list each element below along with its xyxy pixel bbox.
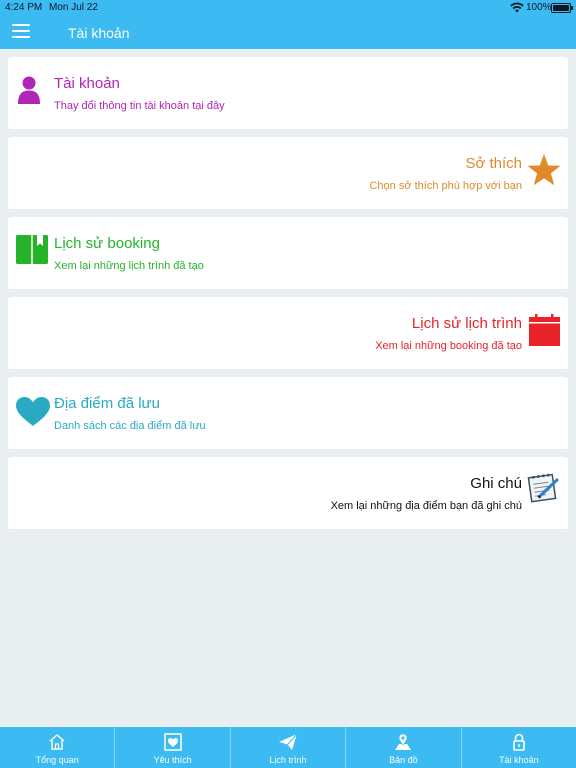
booking-history-title: Lịch sử booking: [54, 235, 160, 252]
heart-icon: [16, 397, 50, 426]
person-icon: [18, 76, 40, 104]
notepad-icon: [527, 473, 560, 503]
notes-subtitle: Xem lại những địa điểm bạn đã ghi chú: [330, 500, 522, 512]
tab-map[interactable]: Bản đồ: [345, 727, 460, 768]
tab-account[interactable]: Tài khoản: [460, 727, 576, 768]
book-icon: [16, 235, 48, 264]
home-icon: [49, 734, 65, 750]
lock-icon: [513, 733, 525, 751]
tab-itinerary-label: Lịch trình: [269, 755, 307, 765]
calendar-icon: [529, 314, 560, 346]
itinerary-history-subtitle: Xem lại những booking đã tạo: [375, 340, 522, 352]
tab-map-label: Bản đồ: [389, 755, 418, 765]
tab-itinerary[interactable]: Lịch trình: [229, 727, 345, 768]
status-bar: 4:24 PM Mon Jul 22 100%: [0, 0, 576, 16]
battery-percent: 100%: [526, 2, 552, 13]
tab-overview-label: Tổng quan: [35, 755, 79, 765]
itinerary-history-title: Lịch sử lịch trình: [411, 315, 522, 332]
account-subtitle: Thay đổi thông tin tài khoản tại đây: [54, 100, 225, 112]
interests-card[interactable]: Sở thích Chọn sở thích phù hợp với bạn: [8, 137, 568, 209]
saved-places-title: Địa điểm đã lưu: [54, 395, 160, 412]
tab-bar: Tổng quan Yêu thích Lịch trình Bản đồ Tà…: [0, 727, 576, 768]
page-title: Tài khoản: [68, 25, 130, 41]
paper-plane-icon: [279, 733, 298, 750]
account-card[interactable]: Tài khoản Thay đổi thông tin tài khoản t…: [8, 57, 568, 129]
saved-places-card[interactable]: Địa điểm đã lưu Danh sách các địa điểm đ…: [8, 377, 568, 449]
booking-history-subtitle: Xem lại những lịch trình đã tạo: [54, 260, 204, 272]
battery-icon: [551, 3, 573, 13]
tab-favorites-label: Yêu thích: [153, 755, 192, 765]
status-time: 4:24 PM: [5, 2, 43, 13]
map-pin-icon: [395, 733, 412, 750]
saved-places-subtitle: Danh sách các địa điểm đã lưu: [54, 420, 206, 432]
status-date: Mon Jul 22: [49, 2, 98, 13]
tab-favorites[interactable]: Yêu thích: [114, 727, 229, 768]
account-title: Tài khoản: [54, 75, 120, 92]
interests-subtitle: Chọn sở thích phù hợp với bạn: [369, 180, 522, 192]
heart-box-icon: [163, 733, 182, 751]
itinerary-history-card[interactable]: Lịch sử lịch trình Xem lại những booking…: [8, 297, 568, 369]
interests-title: Sở thích: [465, 155, 522, 172]
nav-bar: Tài khoản: [0, 16, 576, 49]
tab-overview[interactable]: Tổng quan: [0, 727, 114, 768]
notes-card[interactable]: Ghi chú Xem lại những địa điểm bạn đã gh…: [8, 457, 568, 529]
hamburger-menu-icon[interactable]: [12, 24, 30, 39]
tab-account-label: Tài khoản: [499, 755, 539, 765]
star-icon: [527, 154, 561, 186]
notes-title: Ghi chú: [470, 475, 522, 492]
booking-history-card[interactable]: Lịch sử booking Xem lại những lịch trình…: [8, 217, 568, 289]
wifi-icon: [510, 2, 524, 13]
